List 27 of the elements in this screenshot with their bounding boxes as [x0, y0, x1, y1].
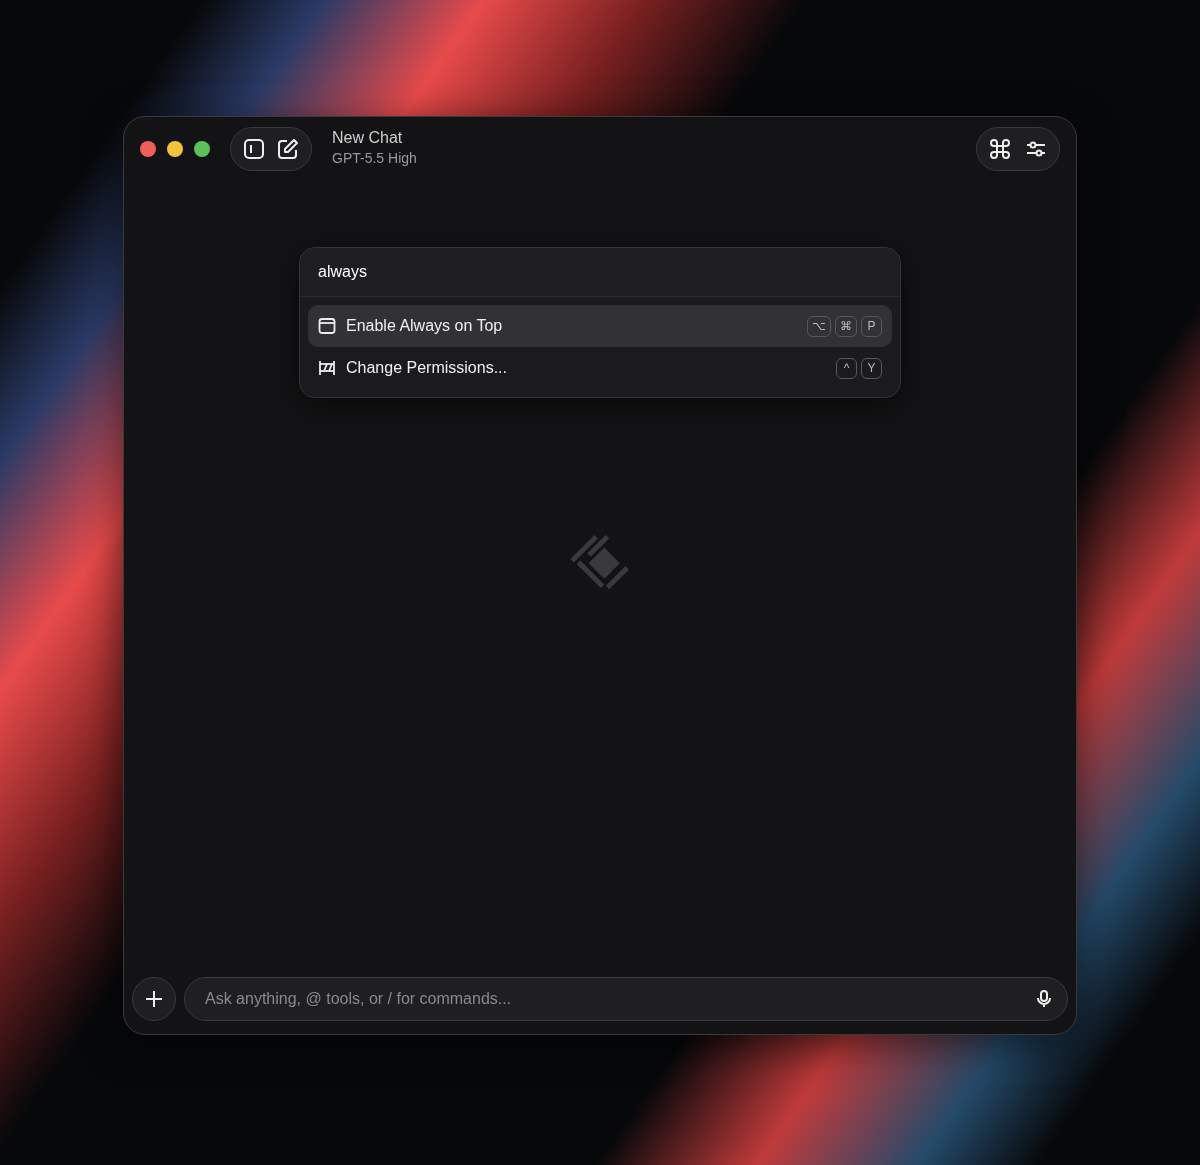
model-label: GPT-5.5 High: [332, 148, 417, 168]
sidebar-toggle-button[interactable]: [243, 138, 265, 160]
zoom-button[interactable]: [194, 141, 210, 157]
shortcut-key: ⌥: [807, 315, 831, 337]
command-button[interactable]: [989, 138, 1011, 160]
new-chat-button[interactable]: [277, 138, 299, 160]
close-button[interactable]: [140, 141, 156, 157]
window-icon: [318, 317, 336, 335]
search-bar[interactable]: always: [300, 248, 900, 297]
shortcut-key: ⌘: [835, 315, 857, 337]
shortcut-key: P: [861, 315, 882, 337]
message-field[interactable]: Ask anything, @ tools, or / for commands...: [184, 977, 1068, 1021]
command-item[interactable]: Change Permissions... ^ Y: [308, 347, 892, 389]
minimize-button[interactable]: [167, 141, 183, 157]
compose-icon: [277, 138, 299, 160]
command-key-icon: [989, 138, 1011, 160]
shortcut-key: Y: [861, 357, 882, 379]
command-item[interactable]: Enable Always on Top ⌥ ⌘ P: [308, 305, 892, 347]
sidebar-icon: [243, 138, 265, 160]
message-input[interactable]: Ask anything, @ tools, or / for commands...: [203, 986, 1037, 1012]
barrier-icon: [318, 359, 336, 377]
microphone-icon[interactable]: [1037, 990, 1051, 1008]
add-button[interactable]: [132, 977, 176, 1021]
plus-icon: [144, 989, 164, 1009]
shortcut-key: ^: [836, 357, 857, 379]
search-field[interactable]: always: [316, 258, 884, 286]
window-title: New Chat: [332, 129, 404, 148]
